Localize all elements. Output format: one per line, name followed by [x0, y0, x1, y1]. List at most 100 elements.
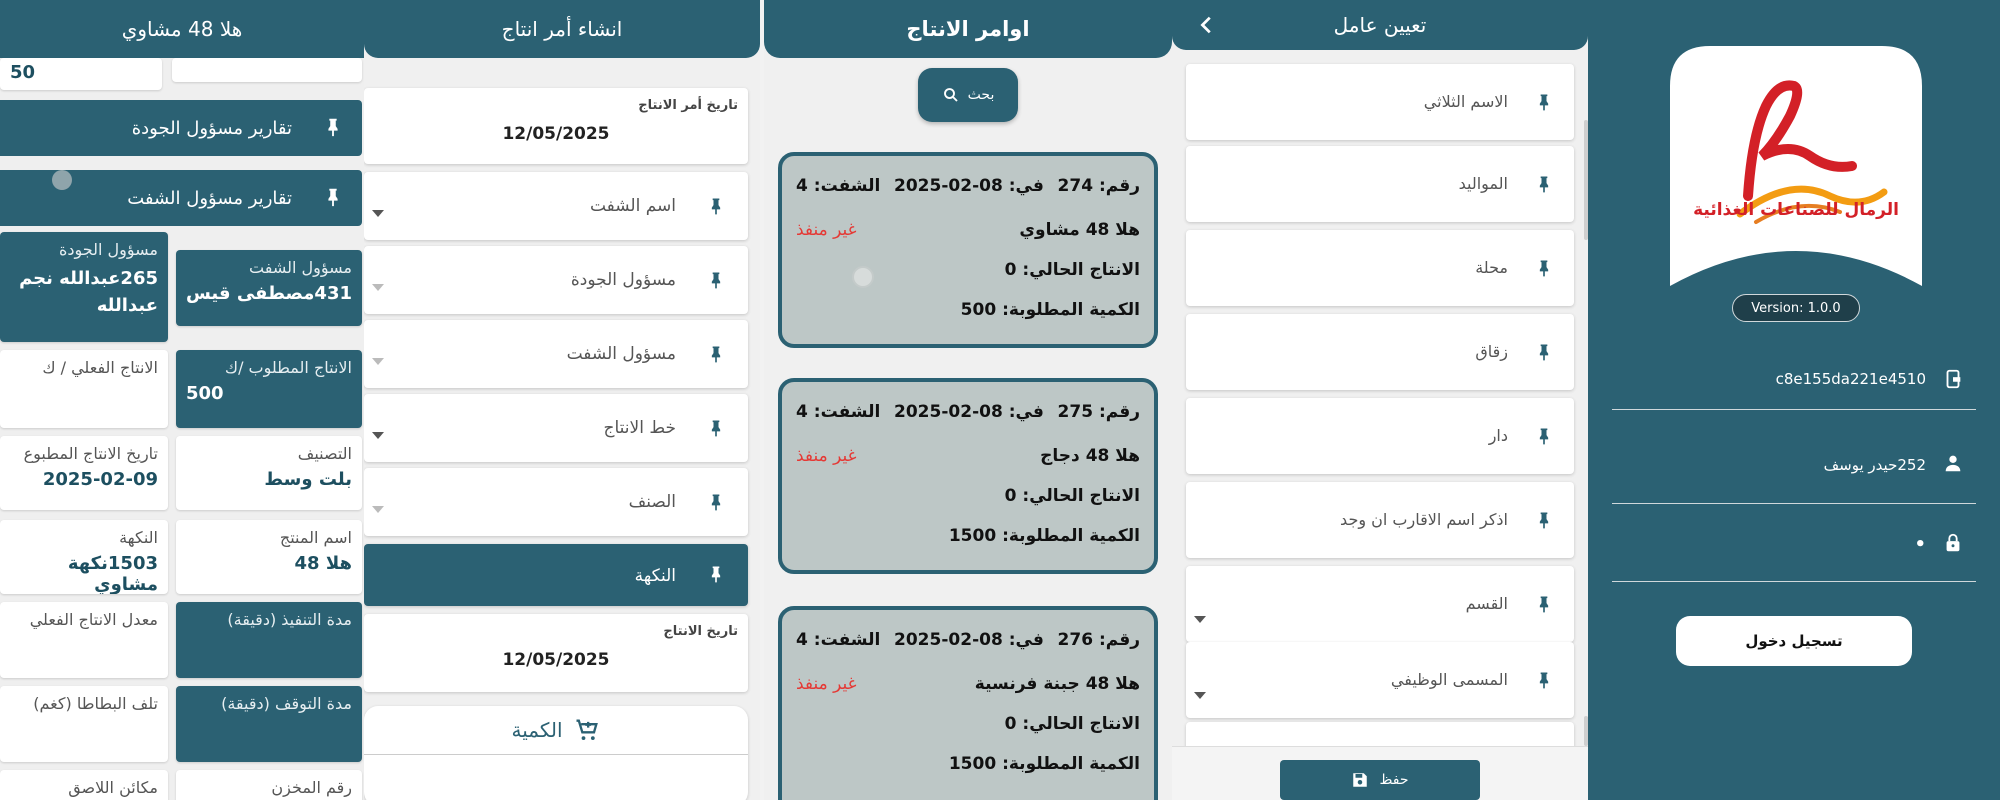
- chevron-down-icon: [1194, 692, 1206, 699]
- exec-duration-tile[interactable]: مدة التنفيذ (دقيقة): [176, 602, 362, 678]
- chevron-left-icon[interactable]: [1196, 14, 1218, 36]
- pin-icon: [1539, 428, 1549, 445]
- order-date: في: 08-02-2025: [894, 176, 1044, 196]
- flavor-value: 1503نكهة مشاوي: [67, 553, 158, 594]
- order-card[interactable]: رقم: 275 في: 08-02-2025 الشفت: 4 هلا 48 دج…: [778, 378, 1158, 574]
- alley-label: زقاق: [1475, 342, 1508, 361]
- device-id: c8e155da221e4510: [1775, 370, 1926, 388]
- relatives-field[interactable]: اذكر اسم الاقارب ان وجد: [1186, 482, 1574, 558]
- alley-field[interactable]: زقاق: [1186, 314, 1574, 390]
- quality-manager-dropdown[interactable]: مسؤول الجودة: [364, 246, 748, 314]
- quality-reports-button[interactable]: تقارير مسؤول الجودة: [0, 100, 362, 156]
- shift-name-dropdown[interactable]: اسم الشفت: [364, 172, 748, 240]
- pin-icon: [1539, 596, 1549, 613]
- details-header: هلا 48 مشاوي: [0, 0, 364, 58]
- status-badge: غير منفذ: [796, 674, 857, 694]
- stop-duration-tile[interactable]: مدة التوقف (دقيقة): [176, 686, 362, 762]
- district-field[interactable]: محلة: [1186, 230, 1574, 306]
- order-number: رقم: 274: [1057, 176, 1140, 196]
- district-label: محلة: [1475, 258, 1508, 277]
- order-shift: الشفت: 4: [796, 402, 881, 422]
- username-value: 252حيدر يوسف: [1823, 456, 1926, 474]
- status-badge: غير منفذ: [796, 446, 857, 466]
- pin-icon: [1539, 344, 1549, 361]
- house-label: دار: [1488, 426, 1508, 445]
- production-date-field[interactable]: تاريخ الانتاج 12/05/2025: [364, 614, 748, 692]
- search-label: بحث: [967, 87, 995, 103]
- username-field[interactable]: 252حيدر يوسف: [1612, 434, 1976, 504]
- device-id-row: c8e155da221e4510: [1612, 350, 1976, 410]
- relatives-label: اذكر اسم الاقارب ان وجد: [1340, 510, 1508, 529]
- product-name-label: اسم المنتج: [279, 528, 352, 547]
- search-button[interactable]: بحث: [918, 68, 1018, 122]
- top-value: 50: [10, 62, 36, 83]
- order-product: هلا 48 دجاج: [1040, 446, 1140, 466]
- orders-header: اوامر الانتاج: [764, 0, 1172, 58]
- save-icon: [1353, 773, 1368, 787]
- job-title-label: المسمى الوظيفي: [1390, 670, 1508, 689]
- department-dropdown[interactable]: القسم: [1186, 566, 1574, 642]
- order-required: الكمية المطلوبة: 1500: [948, 526, 1140, 546]
- login-button[interactable]: تسجيل دخول: [1676, 616, 1912, 666]
- chevron-down-icon: [372, 284, 384, 291]
- flavor-button[interactable]: النكهة: [364, 544, 748, 606]
- pin-icon: [1539, 260, 1549, 277]
- quality-manager-label: مسؤول الجودة: [59, 240, 158, 259]
- create-order-header: انشاء أمر انتاج: [364, 0, 760, 58]
- shift-manager-value: 431مصطفى قيس: [185, 283, 352, 304]
- password-value: •: [1914, 534, 1926, 555]
- order-shift: الشفت: 4: [796, 176, 881, 196]
- full-name-field[interactable]: الاسم الثلاثي: [1186, 64, 1574, 140]
- quantity-label: الكمية: [511, 718, 563, 742]
- search-icon: [943, 88, 958, 102]
- device-icon: [1946, 369, 1961, 389]
- order-card[interactable]: رقم: 276 في: 08-02-2025 الشفت: 4 هلا 48 جب…: [778, 606, 1158, 800]
- full-name-label: الاسم الثلاثي: [1423, 92, 1508, 111]
- top-value-tile: 50: [0, 58, 162, 90]
- flavor-tile: النكهة 1503نكهة مشاوي: [0, 520, 168, 594]
- printed-date-label: تاريخ الانتاج المطبوع: [23, 444, 158, 463]
- order-date-value: 12/05/2025: [502, 124, 610, 144]
- quality-manager-field-label: مسؤول الجودة: [570, 270, 676, 290]
- item-dropdown[interactable]: الصنف: [364, 468, 748, 536]
- order-current: الانتاج الحالي: 0: [1004, 714, 1140, 734]
- pin-icon: [328, 188, 338, 207]
- order-required: الكمية المطلوبة: 500: [960, 300, 1140, 320]
- order-card[interactable]: رقم: 274 في: 08-02-2025 الشفت: 4 هلا 48 مش…: [778, 152, 1158, 348]
- production-orders-panel: اوامر الانتاج بحث رقم: 274 في: 08-02-2025…: [764, 0, 1172, 800]
- birth-date-field[interactable]: المواليد: [1186, 146, 1574, 222]
- exec-duration-label: مدة التنفيذ (دقيقة): [227, 610, 352, 629]
- pin-icon: [711, 346, 721, 363]
- actual-rate-tile: معدل الانتاج الفعلي: [0, 602, 168, 678]
- order-product: هلا 48 جبنة فرنسية: [974, 674, 1140, 694]
- classification-tile: التصنيف بلت وسط: [176, 436, 362, 510]
- top-blank-tile: [172, 58, 362, 82]
- company-name: الرمال للصناعات الغذائية: [1693, 200, 1899, 220]
- order-number: رقم: 275: [1057, 402, 1140, 422]
- actual-production-label: الانتاج الفعلي / ك: [42, 358, 158, 377]
- department-label: القسم: [1465, 594, 1508, 613]
- pin-icon: [711, 272, 721, 289]
- pin-icon: [1539, 512, 1549, 529]
- login-panel: الرمال للصناعات الغذائية Version: 1.0.0 …: [1588, 0, 2000, 800]
- shift-manager-dropdown[interactable]: مسؤول الشفت: [364, 320, 748, 388]
- house-field[interactable]: دار: [1186, 398, 1574, 474]
- password-field[interactable]: •: [1612, 514, 1976, 582]
- order-details-panel: هلا 48 مشاوي 50 تقارير مسؤول الجودة تقار…: [0, 0, 364, 800]
- classification-label: التصنيف: [297, 444, 352, 463]
- pin-icon: [1539, 176, 1549, 193]
- pin-icon: [711, 420, 721, 437]
- job-title-dropdown[interactable]: المسمى الوظيفي: [1186, 642, 1574, 718]
- quantity-section: الكمية: [364, 706, 748, 800]
- quality-reports-label: تقارير مسؤول الجودة: [131, 117, 292, 139]
- save-button[interactable]: حفظ: [1280, 760, 1480, 800]
- assign-worker-panel: تعيين عامل الاسم الثلاثي المواليد محلة ز…: [1172, 0, 1588, 800]
- order-date: في: 08-02-2025: [894, 402, 1044, 422]
- potato-waste-label: تلف البطاطا (كغم): [33, 694, 158, 713]
- production-line-dropdown[interactable]: خط الانتاج: [364, 394, 748, 462]
- product-name-tile: اسم المنتج هلا 48: [176, 520, 362, 594]
- quality-manager-tile: مسؤول الجودة 265عبدالله نجم عبدالله: [0, 232, 168, 342]
- product-name-value: هلا 48: [294, 553, 352, 574]
- order-required: الكمية المطلوبة: 1500: [948, 754, 1140, 774]
- order-date-field[interactable]: تاريخ أمر الانتاج 12/05/2025: [364, 88, 748, 164]
